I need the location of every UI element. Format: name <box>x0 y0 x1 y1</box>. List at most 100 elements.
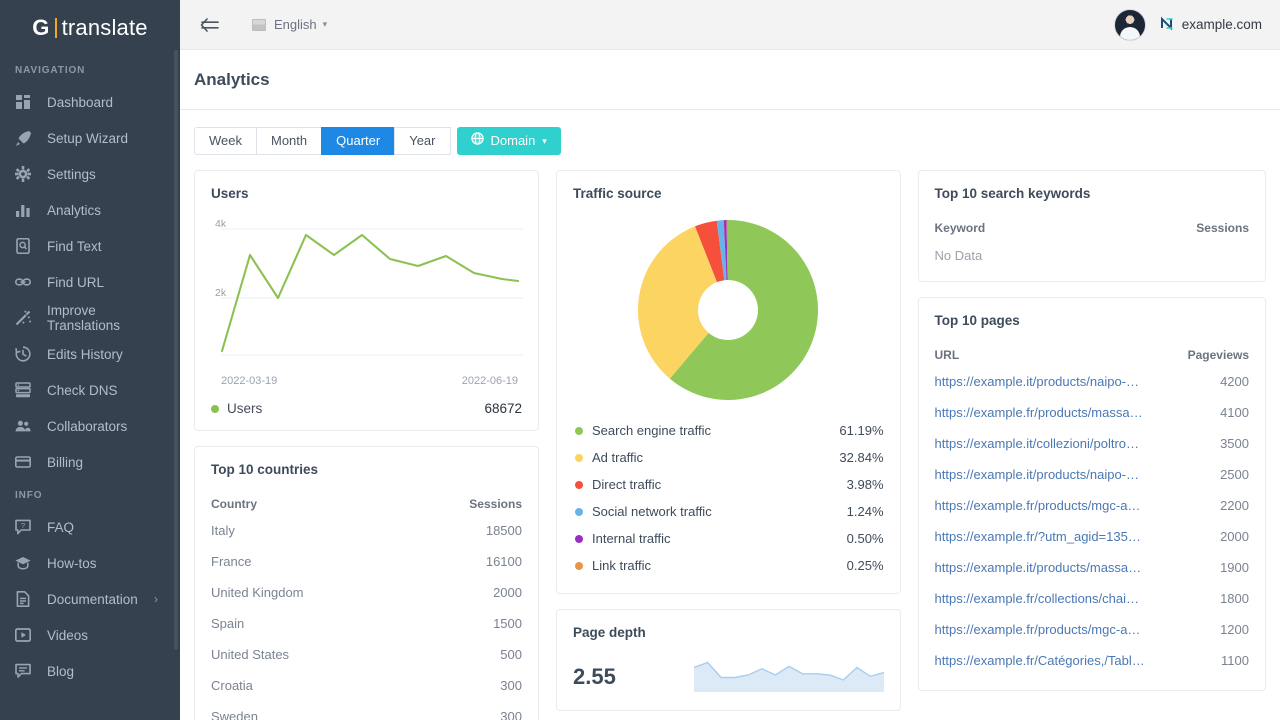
table-row: https://example.it/collezioni/poltro…350… <box>935 428 1249 459</box>
traffic-legend-label: Internal traffic <box>592 531 671 546</box>
sidebar-item-dashboard[interactable]: Dashboard <box>0 84 180 120</box>
country-sessions: 16100 <box>486 554 522 569</box>
sidebar-item-documentation[interactable]: Documentation› <box>0 581 180 617</box>
sidebar-item-label: How-tos <box>47 556 97 571</box>
traffic-legend-row: Internal traffic 0.50% <box>573 525 884 552</box>
sidebar-item-how-tos[interactable]: How-tos <box>0 545 180 581</box>
chevron-down-icon: ▾ <box>542 128 547 154</box>
sidebar-item-videos[interactable]: Videos <box>0 617 180 653</box>
page-url-link[interactable]: https://example.it/products/naipo-… <box>935 374 1140 389</box>
question-bubble-icon: ? <box>15 519 37 535</box>
users-chart-xtick-start: 2022-03-19 <box>221 375 277 387</box>
traffic-legend-row: Link traffic0.25% <box>573 552 884 579</box>
users-chart-xtick-end: 2022-06-19 <box>462 375 518 387</box>
page-url-link[interactable]: https://example.fr/collections/chai… <box>935 591 1139 606</box>
keywords-table-header: Keyword Sessions <box>935 215 1249 239</box>
page-url-link[interactable]: https://example.fr/products/mgc-a… <box>935 498 1141 513</box>
sidebar-item-label: FAQ <box>47 520 74 535</box>
site-selector[interactable]: example.com <box>1160 16 1262 34</box>
sidebar-item-edits-history[interactable]: Edits History <box>0 336 180 372</box>
countries-table-header: Country Sessions <box>211 491 522 515</box>
language-selector[interactable]: English ▾ <box>252 17 327 32</box>
page-views: 4200 <box>1220 374 1249 389</box>
page-url-link[interactable]: https://example.fr/products/mgc-a… <box>935 622 1141 637</box>
traffic-legend-row: Search engine traffic 61.19% <box>573 417 884 444</box>
page-views: 2500 <box>1220 467 1249 482</box>
users-card: Users 4k 2k 2022-03-1 <box>194 170 539 431</box>
users-legend-label: Users <box>227 401 262 416</box>
collapse-sidebar-icon[interactable] <box>196 16 224 34</box>
table-row: Croatia300 <box>211 670 522 701</box>
period-tab-month[interactable]: Month <box>256 127 322 155</box>
traffic-legend-label: Link traffic <box>592 558 651 573</box>
sidebar-item-check-dns[interactable]: Check DNS <box>0 372 180 408</box>
traffic-legend-dot-icon <box>575 481 583 489</box>
users-legend-row: Users 68672 <box>211 401 522 416</box>
content: WeekMonthQuarterYear Domain ▾ <box>180 110 1280 720</box>
country-sessions: 2000 <box>493 585 522 600</box>
brand-logo[interactable]: G translate <box>0 0 180 55</box>
sidebar-section-heading: NAVIGATION <box>0 55 180 84</box>
sidebar-nav: NAVIGATIONDashboard Setup Wizard SettingsA… <box>0 55 180 689</box>
sidebar-item-find-url[interactable]: Find URL <box>0 264 180 300</box>
sidebar-item-label: Blog <box>47 664 74 679</box>
countries-table-body: Italy18500France16100United Kingdom2000S… <box>211 515 522 720</box>
sidebar-item-analytics[interactable]: Analytics <box>0 192 180 228</box>
sidebar-item-label: Improve Translations <box>47 303 166 333</box>
country-name: Sweden <box>211 709 258 720</box>
keywords-empty-state: No Data <box>935 239 1249 267</box>
magic-wand-icon <box>15 310 37 326</box>
traffic-legend-value: 0.50% <box>847 531 884 546</box>
keywords-col-sessions: Sessions <box>1196 221 1249 235</box>
pages-card-title: Top 10 pages <box>935 313 1249 328</box>
table-row: Italy18500 <box>211 515 522 546</box>
sidebar-item-label: Check DNS <box>47 383 118 398</box>
table-row: https://example.it/products/naipo-… 4200 <box>935 366 1249 397</box>
sidebar-item-label: Find URL <box>47 275 104 290</box>
traffic-legend-label: Search engine traffic <box>592 423 711 438</box>
sidebar-item-billing[interactable]: Billing <box>0 444 180 480</box>
credit-card-icon <box>15 454 37 470</box>
pages-col-url: URL <box>935 348 960 362</box>
topbar-right: example.com <box>1114 9 1262 41</box>
sidebar-item-collaborators[interactable]: Collaborators <box>0 408 180 444</box>
country-name: United States <box>211 647 289 662</box>
sidebar-scrollbar[interactable] <box>174 50 178 650</box>
sidebar: G translate NAVIGATIONDashboard Setup Wiz… <box>0 0 180 720</box>
sidebar-item-find-text[interactable]: Find Text <box>0 228 180 264</box>
sidebar-item-blog[interactable]: Blog <box>0 653 180 689</box>
traffic-legend-value: 61.19% <box>839 423 883 438</box>
keywords-card-title: Top 10 search keywords <box>935 186 1249 201</box>
page-url-link[interactable]: https://example.fr/Catégories,/Tabl… <box>935 653 1145 668</box>
table-row: https://example.fr/Catégories,/Tabl…1100 <box>935 645 1249 676</box>
sidebar-item-setup-wizard[interactable]: Setup Wizard <box>0 120 180 156</box>
gear-icon <box>15 166 37 182</box>
keywords-card: Top 10 search keywords Keyword Sessions … <box>918 170 1266 282</box>
traffic-legend-dot-icon <box>575 508 583 516</box>
sidebar-item-improve-translations[interactable]: Improve Translations <box>0 300 180 336</box>
traffic-legend-row: Direct traffic3.98% <box>573 471 884 498</box>
avatar[interactable] <box>1114 9 1146 41</box>
page-url-link[interactable]: https://example.fr/?utm_agid=135… <box>935 529 1141 544</box>
period-tab-year[interactable]: Year <box>394 127 450 155</box>
sidebar-item-settings[interactable]: Settings <box>0 156 180 192</box>
page-url-link[interactable]: https://example.it/collezioni/poltro… <box>935 436 1139 451</box>
comment-icon <box>15 663 37 679</box>
users-card-title: Users <box>211 186 522 201</box>
domain-dropdown-button[interactable]: Domain ▾ <box>457 127 561 155</box>
users-line-chart: 4k 2k <box>211 211 522 371</box>
sidebar-item-label: Setup Wizard <box>47 131 128 146</box>
sidebar-item-label: Edits History <box>47 347 123 362</box>
page-url-link[interactable]: https://example.it/products/naipo-… <box>935 467 1140 482</box>
period-tab-quarter[interactable]: Quarter <box>321 127 395 155</box>
users-chart-ytick-4k: 4k <box>215 218 226 230</box>
page-url-link[interactable]: https://example.fr/products/massa… <box>935 405 1143 420</box>
page-depth-value: 2.55 <box>573 664 616 696</box>
globe-icon <box>471 128 484 154</box>
users-chart-xaxis: 2022-03-19 2022-06-19 <box>211 371 522 387</box>
period-tab-week[interactable]: Week <box>194 127 257 155</box>
users-chart-ytick-2k: 2k <box>215 287 226 299</box>
users-icon <box>15 418 37 434</box>
sidebar-item-faq[interactable]: ? FAQ <box>0 509 180 545</box>
page-url-link[interactable]: https://example.it/products/massa… <box>935 560 1142 575</box>
